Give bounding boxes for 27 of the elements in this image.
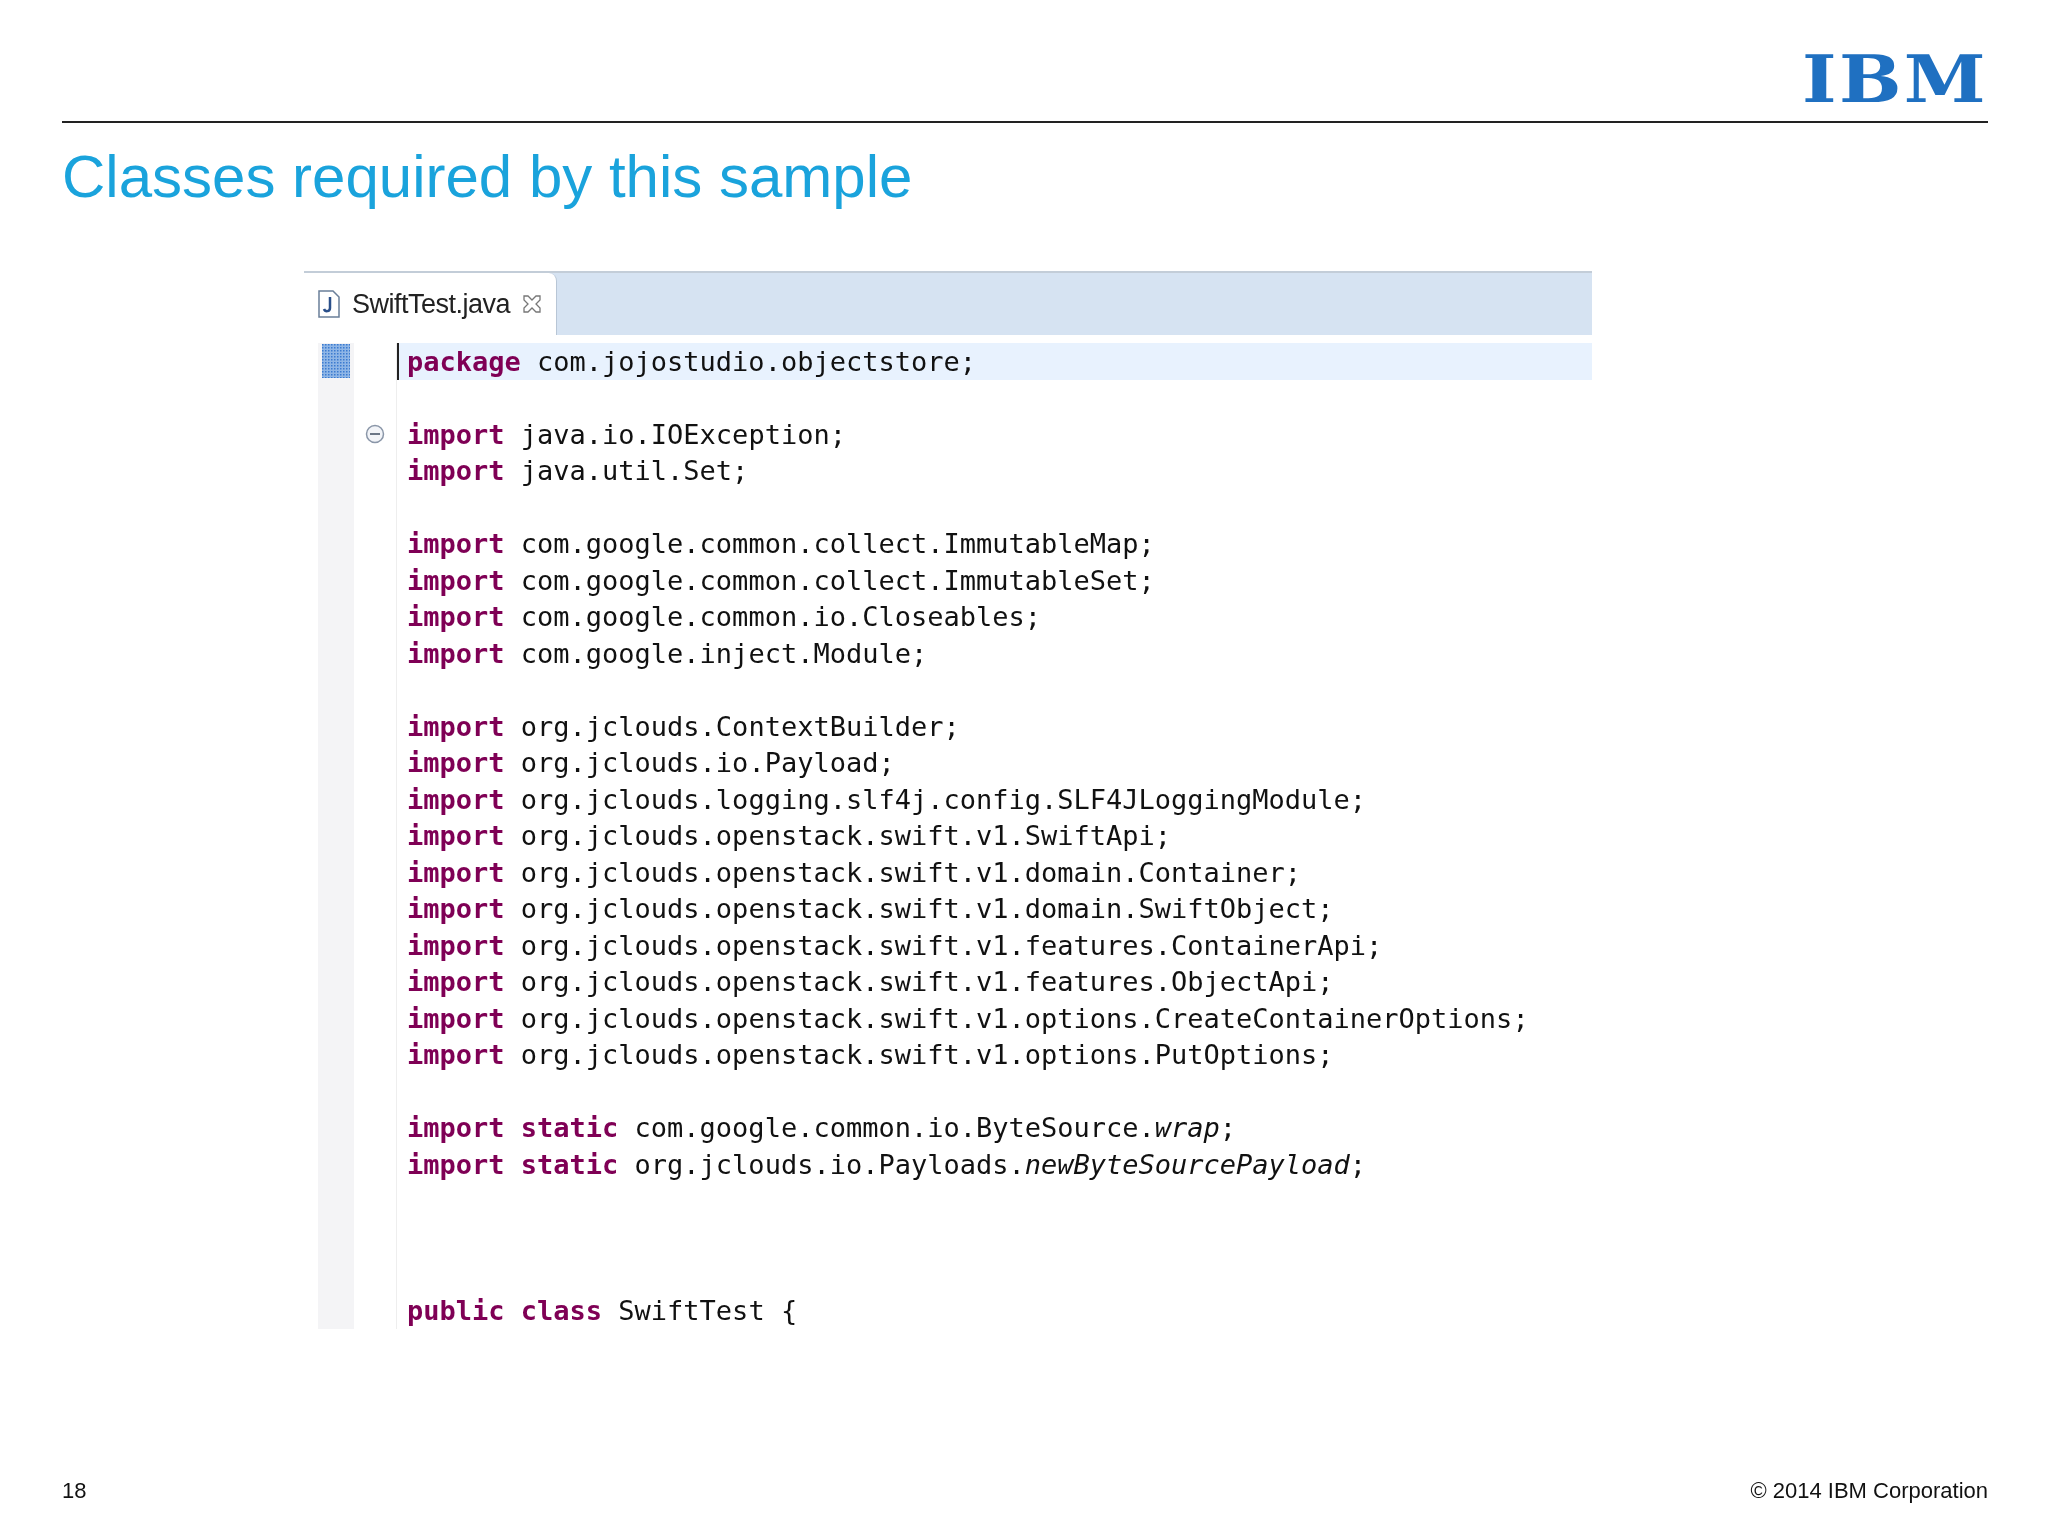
- editor-tab[interactable]: SwiftTest.java: [304, 273, 558, 335]
- code-line: import org.jclouds.ContextBuilder;: [406, 709, 961, 744]
- code-line: import org.jclouds.openstack.swift.v1.domain.Container;: [406, 855, 1303, 890]
- code-line: import org.jclouds.openstack.swift.v1.features.ObjectApi;: [406, 965, 1335, 1000]
- code-line: import org.jclouds.openstack.swift.v1.options.PutOptions;: [406, 1038, 1335, 1073]
- code-line: import static com.google.common.io.ByteSource.wrap;: [406, 1111, 1238, 1146]
- code-line: import com.google.common.io.Closeables;: [406, 600, 1042, 635]
- logo: IBM: [1802, 46, 1988, 112]
- code-line: import com.google.common.collect.ImmutableMap;: [406, 527, 1156, 562]
- code-line: import org.jclouds.logging.slf4j.config.SLF4JLoggingModule;: [406, 782, 1368, 817]
- code-line: public class SwiftTest {: [406, 1293, 799, 1328]
- code-line: import java.io.IOException;: [406, 417, 847, 452]
- code-line: import org.jclouds.openstack.swift.v1.domain.SwiftObject;: [406, 892, 1335, 927]
- code-line: import com.google.inject.Module;: [406, 636, 929, 671]
- collapse-icon[interactable]: [365, 424, 385, 445]
- code-line: import com.google.common.collect.ImmutableSet;: [406, 563, 1156, 598]
- code-line: import org.jclouds.openstack.swift.v1.features.ContainerApi;: [406, 928, 1384, 963]
- close-icon[interactable]: [522, 294, 543, 314]
- code-line: import static org.jclouds.io.Payloads.newByteSourcePayload;: [406, 1147, 1368, 1182]
- code-line: import org.jclouds.io.Payload;: [406, 746, 896, 781]
- page-number: 18: [62, 1478, 87, 1504]
- java-file-icon: [318, 290, 340, 318]
- copyright: © 2014 IBM Corporation: [1750, 1478, 1988, 1504]
- code-line: import org.jclouds.openstack.swift.v1.options.CreateContainerOptions;: [406, 1001, 1530, 1036]
- slide-title: Classes required by this sample: [62, 142, 914, 212]
- code-line: import java.util.Set;: [406, 454, 750, 489]
- code-line: import org.jclouds.openstack.swift.v1.SwiftApi;: [406, 819, 1173, 854]
